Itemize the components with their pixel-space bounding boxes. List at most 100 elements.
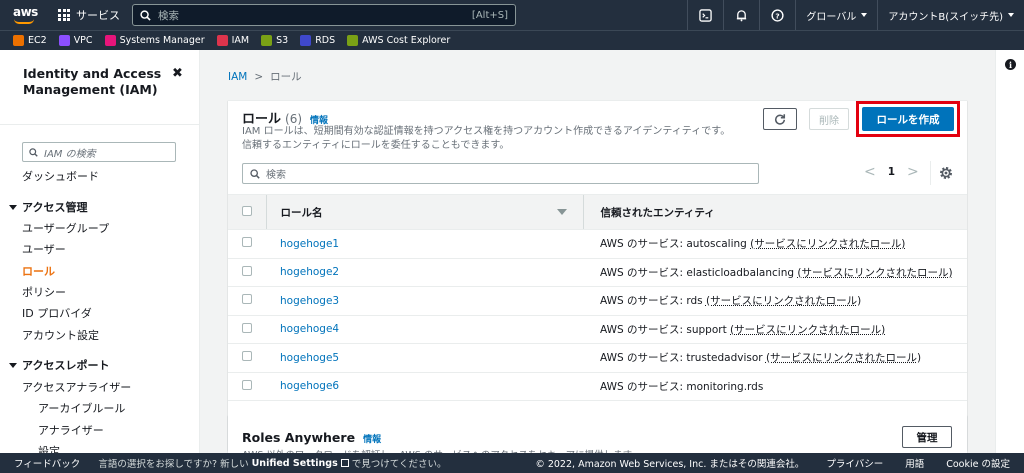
row-checkbox[interactable] — [242, 351, 252, 361]
sort-down-icon[interactable] — [557, 209, 567, 215]
select-all-checkbox[interactable] — [242, 206, 252, 216]
favorite-cost-explorer[interactable]: AWS Cost Explorer — [347, 35, 450, 46]
service-linked-role-link[interactable]: (サービスにリンクされたロール) — [766, 352, 921, 364]
sidebar-item-analyzers[interactable]: アナライザー — [38, 422, 104, 438]
favorite-systems-manager[interactable]: Systems Manager — [105, 35, 205, 46]
close-icon[interactable]: ✖ — [172, 66, 183, 81]
row-checkbox[interactable] — [242, 266, 252, 276]
favorite-iam[interactable]: IAM — [217, 35, 250, 46]
sidebar-item-dashboard[interactable]: ダッシュボード — [22, 168, 99, 184]
ec2-icon — [13, 35, 24, 46]
sidebar-section-access-management[interactable]: アクセス管理 — [9, 199, 87, 215]
entity-text: AWS のサービス: support — [600, 324, 730, 336]
column-role-name[interactable]: ロール名 — [266, 195, 583, 230]
cloudshell-button[interactable] — [687, 0, 723, 30]
region-menu[interactable]: グローバル — [795, 0, 877, 30]
create-role-button[interactable]: ロールを作成 — [862, 107, 954, 131]
top-actions: ? グローバル アカウントB(スイッチ先) — [687, 0, 1024, 30]
trusted-entity-cell: AWS のサービス: rds (サービスにリンクされたロール) — [583, 287, 967, 316]
entity-text: AWS のサービス: trustedadvisor — [600, 352, 766, 364]
trusted-entity-cell: AWS のサービス: elasticloadbalancing (サービスにリン… — [583, 258, 967, 287]
search-icon — [250, 169, 260, 179]
chevron-left-icon[interactable]: < — [864, 164, 876, 180]
role-link[interactable]: hogehoge1 — [280, 238, 339, 250]
favorite-s3[interactable]: S3 — [261, 35, 288, 46]
favorite-label: IAM — [232, 35, 250, 46]
sidebar-item-roles[interactable]: ロール — [22, 263, 55, 279]
refresh-icon — [774, 113, 786, 125]
favorites-bar: EC2 VPC Systems Manager IAM S3 RDS AWS C… — [0, 30, 1024, 50]
aws-logo[interactable]: aws — [12, 3, 40, 27]
service-linked-role-link[interactable]: (サービスにリンクされたロール) — [730, 324, 885, 336]
manage-button[interactable]: 管理 — [902, 426, 952, 448]
column-trusted-entity[interactable]: 信頼されたエンティティ — [583, 195, 967, 230]
trusted-entity-cell: AWS のサービス: monitoring.rds — [583, 372, 967, 401]
info-icon[interactable]: i — [1005, 59, 1016, 70]
iam-icon — [217, 35, 228, 46]
favorite-label: VPC — [74, 35, 93, 46]
sidebar-item-policies[interactable]: ポリシー — [22, 284, 66, 300]
sidebar-item-users[interactable]: ユーザー — [22, 241, 66, 257]
role-link[interactable]: hogehoge5 — [280, 352, 339, 364]
row-checkbox[interactable] — [242, 237, 252, 247]
roles-search-input[interactable]: 検索 — [242, 163, 759, 184]
roles-panel: ロール (6) 情報 IAM ロールは、短期間有効な認証情報を持つアクセス権を持… — [228, 100, 967, 450]
gear-icon[interactable] — [938, 165, 954, 181]
section-label: アクセス管理 — [22, 199, 87, 215]
sidebar-item-account-settings[interactable]: アカウント設定 — [22, 327, 99, 343]
notifications-button[interactable] — [723, 0, 759, 30]
row-checkbox-cell — [228, 258, 266, 287]
s3-icon — [261, 35, 272, 46]
service-linked-role-link[interactable]: (サービスにリンクされたロール) — [706, 295, 861, 307]
role-link[interactable]: hogehoge3 — [280, 295, 339, 307]
favorite-ec2[interactable]: EC2 — [13, 35, 47, 46]
sidebar-item-user-groups[interactable]: ユーザーグループ — [22, 220, 109, 236]
caret-down-icon — [9, 363, 17, 368]
role-name-cell: hogehoge5 — [266, 344, 583, 373]
row-checkbox-cell — [228, 372, 266, 401]
services-menu[interactable]: サービス — [58, 7, 120, 23]
aws-logo-text: aws — [13, 5, 38, 19]
terms-link[interactable]: 用語 — [905, 456, 924, 470]
favorite-label: EC2 — [28, 35, 47, 46]
help-button[interactable]: ? — [759, 0, 795, 30]
global-search-input[interactable]: 検索 [Alt+S] — [132, 4, 516, 26]
service-linked-role-link[interactable]: (サービスにリンクされたロール) — [797, 267, 952, 279]
role-link[interactable]: hogehoge4 — [280, 323, 339, 335]
sidebar: Identity and Access Management (IAM) ✖ I… — [0, 50, 200, 453]
delete-button[interactable]: 削除 — [809, 108, 849, 130]
svg-text:?: ? — [776, 11, 780, 20]
column-label: ロール名 — [281, 205, 323, 220]
page-number[interactable]: 1 — [888, 166, 895, 178]
favorite-rds[interactable]: RDS — [300, 35, 335, 46]
external-link-icon — [341, 459, 349, 467]
favorite-vpc[interactable]: VPC — [59, 35, 93, 46]
unified-settings-link[interactable]: Unified Settings — [252, 458, 338, 469]
sidebar-section-access-reports[interactable]: アクセスレポート — [9, 357, 109, 373]
account-menu[interactable]: アカウントB(スイッチ先) — [877, 0, 1024, 30]
sidebar-search-input[interactable]: IAM の検索 — [22, 142, 176, 162]
feedback-link[interactable]: フィードバック — [14, 456, 80, 470]
privacy-link[interactable]: プライバシー — [826, 456, 883, 470]
top-navigation: aws サービス 検索 [Alt+S] ? グローバル アカウントB(スイッチ先… — [0, 0, 1024, 30]
sidebar-item-access-analyzer[interactable]: アクセスアナライザー — [22, 379, 131, 395]
cookie-settings-link[interactable]: Cookie の設定 — [946, 456, 1010, 470]
help-panel-rail: i — [995, 50, 1024, 453]
service-linked-role-link[interactable]: (サービスにリンクされたロール) — [750, 238, 905, 250]
chevron-right-icon[interactable]: > — [907, 164, 919, 180]
vpc-icon — [59, 35, 70, 46]
row-checkbox[interactable] — [242, 380, 252, 390]
caret-down-icon — [9, 205, 17, 210]
role-name-cell: hogehoge3 — [266, 287, 583, 316]
sidebar-item-identity-providers[interactable]: ID プロバイダ — [22, 305, 92, 321]
breadcrumb-iam-link[interactable]: IAM — [228, 71, 247, 83]
roles-anywhere-info-link[interactable]: 情報 — [363, 432, 381, 445]
row-checkbox[interactable] — [242, 323, 252, 333]
sidebar-item-settings[interactable]: 設定 — [38, 443, 60, 453]
global-search-placeholder: 検索 — [158, 8, 472, 23]
refresh-button[interactable] — [763, 108, 797, 130]
row-checkbox[interactable] — [242, 294, 252, 304]
role-link[interactable]: hogehoge6 — [280, 380, 339, 392]
sidebar-item-archive-rules[interactable]: アーカイブルール — [38, 400, 125, 416]
role-link[interactable]: hogehoge2 — [280, 266, 339, 278]
